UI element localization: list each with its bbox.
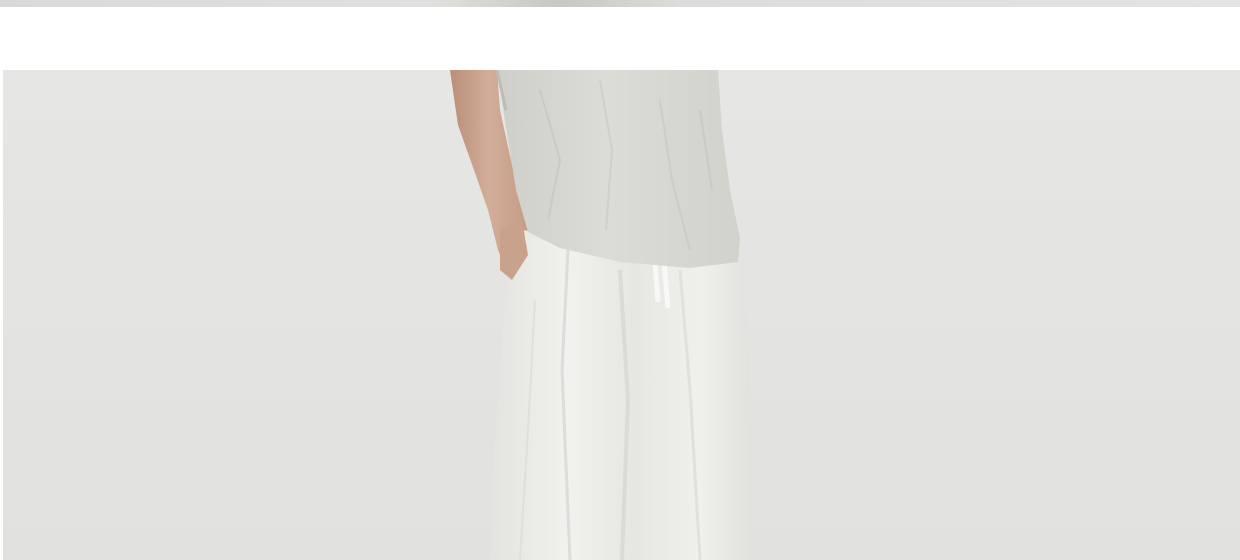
photo-left-border xyxy=(0,70,3,560)
model-figure xyxy=(450,70,752,560)
photo-divider xyxy=(0,7,1240,70)
product-photo-page xyxy=(0,0,1240,560)
model-photo xyxy=(0,70,1240,560)
previous-photo-strip xyxy=(0,0,1240,7)
